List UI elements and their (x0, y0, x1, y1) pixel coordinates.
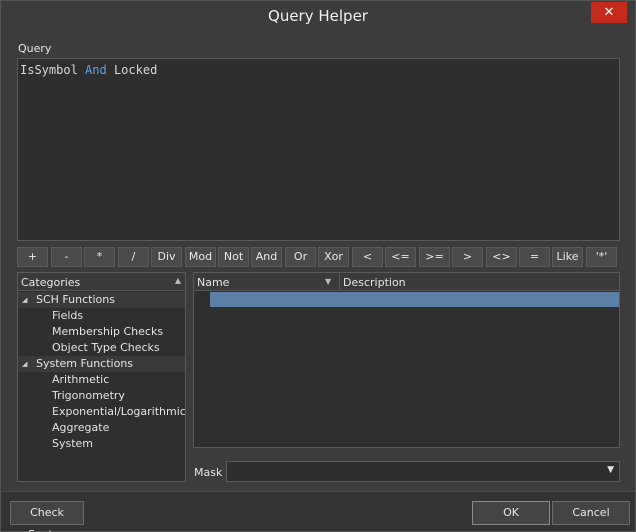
tree-group-sch-functions[interactable]: ◢ SCH Functions (18, 292, 185, 308)
operator-toolbar: + - * / Div Mod Not And Or Xor < <= >= >… (17, 247, 620, 267)
op-greater-button[interactable]: > (452, 247, 483, 267)
op-multiply-button[interactable]: * (84, 247, 115, 267)
mask-label: Mask (194, 466, 223, 479)
check-syntax-button[interactable]: Check Syntax (10, 501, 84, 532)
query-label: Query (18, 42, 52, 55)
query-text: IsSymbol And Locked (20, 63, 157, 77)
tree-group-label: SCH Functions (36, 293, 115, 306)
tree-item-aggregate[interactable]: Aggregate (52, 420, 109, 436)
op-less-equal-button[interactable]: <= (385, 247, 416, 267)
op-mod-button[interactable]: Mod (185, 247, 216, 267)
op-xor-button[interactable]: Xor (318, 247, 349, 267)
title-bar: Query Helper ✕ (1, 1, 635, 33)
collapse-triangle-icon[interactable]: ◢ (22, 356, 27, 372)
close-icon: ✕ (603, 5, 615, 20)
tree-item-object-type-checks[interactable]: Object Type Checks (52, 340, 160, 356)
query-token-keyword: And (85, 63, 107, 77)
window-title: Query Helper (268, 7, 368, 25)
op-div-button[interactable]: Div (151, 247, 182, 267)
op-divide-button[interactable]: / (118, 247, 149, 267)
op-not-equal-button[interactable]: <> (486, 247, 517, 267)
tree-group-system-functions[interactable]: ◢ System Functions (18, 356, 185, 372)
column-divider[interactable] (339, 273, 340, 291)
tree-item-exponential-logarithmic[interactable]: Exponential/Logarithmic (52, 404, 185, 420)
op-wildcard-button[interactable]: '*' (586, 247, 617, 267)
op-or-button[interactable]: Or (285, 247, 316, 267)
op-and-button[interactable]: And (251, 247, 282, 267)
tree-item-system[interactable]: System (52, 436, 93, 452)
op-less-button[interactable]: < (352, 247, 383, 267)
results-header: Name ▼ Description (194, 273, 619, 291)
cancel-button[interactable]: Cancel (552, 501, 630, 525)
scroll-up-icon[interactable]: ▲ (175, 276, 181, 285)
tree-item-trigonometry[interactable]: Trigonometry (52, 388, 125, 404)
collapse-triangle-icon[interactable]: ◢ (22, 292, 27, 308)
tree-group-label: System Functions (36, 357, 134, 370)
categories-panel[interactable]: Categories ▲ ◢ SCH Functions Fields Memb… (17, 272, 186, 482)
op-equal-button[interactable]: = (519, 247, 550, 267)
results-grid[interactable]: Name ▼ Description (193, 272, 620, 448)
categories-header[interactable]: Categories ▲ (18, 273, 185, 291)
close-button[interactable]: ✕ (591, 2, 627, 23)
op-minus-button[interactable]: - (51, 247, 82, 267)
ok-button[interactable]: OK (472, 501, 550, 525)
chevron-down-icon[interactable]: ▼ (607, 465, 614, 475)
table-row-selected[interactable] (210, 292, 619, 307)
column-header-description[interactable]: Description (343, 276, 406, 289)
query-helper-window: Query Helper ✕ Query IsSymbol And Locked… (0, 0, 636, 532)
op-greater-equal-button[interactable]: >= (419, 247, 450, 267)
categories-header-label: Categories (21, 276, 81, 289)
query-token-field: IsSymbol (20, 63, 78, 77)
query-editor[interactable]: IsSymbol And Locked (17, 58, 620, 241)
tree-item-fields[interactable]: Fields (52, 308, 83, 324)
sort-descending-icon[interactable]: ▼ (325, 277, 331, 286)
mask-combobox[interactable]: ▼ (226, 461, 620, 482)
tree-item-membership-checks[interactable]: Membership Checks (52, 324, 163, 340)
op-like-button[interactable]: Like (552, 247, 583, 267)
op-plus-button[interactable]: + (17, 247, 48, 267)
query-token-field: Locked (113, 63, 158, 77)
column-header-name[interactable]: Name (197, 276, 229, 289)
tree-item-arithmetic[interactable]: Arithmetic (52, 372, 109, 388)
dialog-footer: Check Syntax OK Cancel (1, 491, 635, 532)
op-not-button[interactable]: Not (218, 247, 249, 267)
